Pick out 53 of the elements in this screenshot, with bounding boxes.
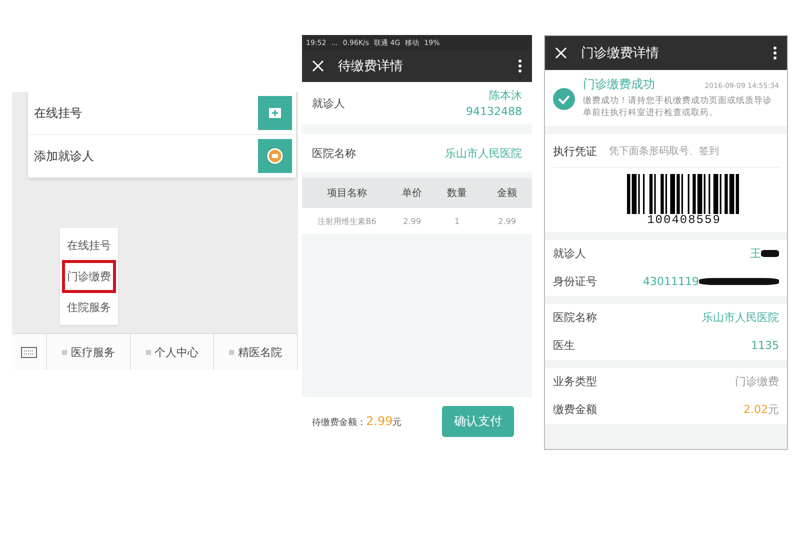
menu-icon bbox=[229, 350, 234, 354]
redaction-bar bbox=[761, 250, 779, 258]
menu-icon bbox=[146, 350, 150, 354]
barcode-number: 100408559 bbox=[647, 214, 721, 226]
menu-card-label[interactable]: 添加就诊人 bbox=[34, 148, 94, 164]
keyboard-icon[interactable] bbox=[21, 346, 37, 358]
field-label: 身份证号 bbox=[553, 274, 597, 290]
field-label: 缴费金额 bbox=[553, 402, 597, 418]
popup-menu-item[interactable]: 住院服务 bbox=[62, 291, 116, 324]
success-message: 缴费成功！请持您手机缴费成功页面或纸质导诊单前往执行科室进行检查或取药。 bbox=[583, 96, 773, 120]
field-value: 王 bbox=[750, 246, 761, 262]
total-amount: 待缴费金额：2.99元 bbox=[312, 414, 402, 428]
more-icon[interactable] bbox=[773, 46, 777, 60]
hospital-name: 乐山市人民医院 bbox=[445, 146, 522, 160]
table-cell-text: 1 bbox=[453, 216, 461, 226]
column-header: 金额 bbox=[496, 186, 518, 200]
popup-menu-item[interactable]: 在线挂号 bbox=[62, 229, 116, 262]
screen-title: 待缴费详情 bbox=[338, 58, 404, 75]
column-header: 项目名称 bbox=[326, 187, 368, 200]
medical-kit-icon[interactable] bbox=[258, 96, 292, 130]
success-title: 门诊缴费成功 bbox=[583, 76, 655, 93]
table-cell-text: 注射用维生素B6 bbox=[316, 216, 378, 226]
table-cell-text: 2.99 bbox=[497, 216, 517, 226]
check-circle-icon bbox=[553, 88, 575, 110]
field-value: 乐山市人民医院 bbox=[702, 310, 779, 326]
patient-number: 94132488 bbox=[466, 105, 522, 118]
field-label: 就诊人 bbox=[312, 96, 345, 110]
id-badge-icon[interactable] bbox=[258, 139, 292, 173]
column-header: 数量 bbox=[446, 187, 468, 200]
nav-menu-button[interactable]: 医疗服务 bbox=[47, 334, 131, 370]
field-label: 业务类型 bbox=[553, 374, 597, 390]
voucher-hint: 凭下面条形码取号、签到 bbox=[609, 145, 719, 158]
field-label: 医院名称 bbox=[553, 310, 597, 326]
field-value: 43011119 bbox=[643, 275, 699, 288]
more-icon[interactable] bbox=[518, 59, 522, 73]
patient-name: 陈本沐 bbox=[489, 88, 522, 103]
close-icon[interactable] bbox=[555, 47, 567, 59]
menu-icon bbox=[62, 350, 67, 354]
nav-menu-button[interactable]: 个人中心 bbox=[130, 334, 214, 370]
field-label: 医院名称 bbox=[312, 146, 356, 160]
field-value: 门诊缴费 bbox=[735, 374, 779, 390]
table-cell-text: 2.99 bbox=[402, 216, 422, 226]
field-label: 就诊人 bbox=[553, 246, 586, 262]
popup-menu-item[interactable]: 门诊缴费 bbox=[62, 260, 116, 293]
nav-menu-button[interactable]: 精医名院 bbox=[214, 334, 298, 370]
field-value: 2.02元 bbox=[744, 402, 779, 418]
field-value: 1135 bbox=[751, 339, 779, 352]
field-label: 医生 bbox=[553, 338, 575, 354]
screen-title: 门诊缴费详情 bbox=[581, 45, 660, 62]
field-label: 执行凭证 bbox=[553, 144, 597, 159]
menu-card-label[interactable]: 在线挂号 bbox=[34, 104, 82, 122]
close-icon[interactable] bbox=[312, 60, 324, 72]
column-header: 单价 bbox=[401, 186, 423, 200]
